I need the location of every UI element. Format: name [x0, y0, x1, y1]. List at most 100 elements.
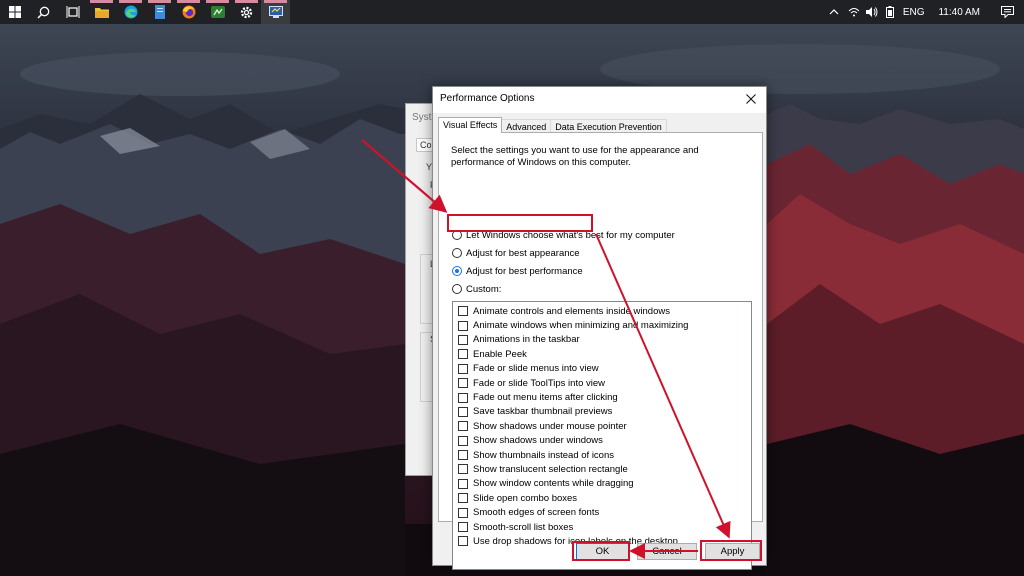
- tab-advanced[interactable]: Advanced: [501, 119, 552, 133]
- effect-label: Enable Peek: [473, 348, 527, 360]
- effect-label: Show shadows under mouse pointer: [473, 420, 627, 432]
- clock[interactable]: 11:40 AM: [932, 7, 990, 18]
- dialog-title: Performance Options: [440, 93, 535, 104]
- battery-button[interactable]: [881, 6, 899, 18]
- windows-start-icon: [8, 6, 21, 18]
- edge-browser-taskbar-button[interactable]: [116, 0, 145, 24]
- radio-button[interactable]: [452, 266, 462, 276]
- close-button[interactable]: [736, 87, 766, 111]
- effect-item[interactable]: Animate windows when minimizing and maxi…: [453, 318, 751, 332]
- radio-label: Adjust for best appearance: [466, 247, 580, 259]
- effect-label: Animate windows when minimizing and maxi…: [473, 320, 689, 332]
- search-button[interactable]: [29, 0, 58, 24]
- dialog-titlebar[interactable]: Performance Options: [433, 87, 766, 113]
- network-app-icon: [210, 6, 225, 18]
- visual-effects-list[interactable]: Animate controls and elements inside win…: [452, 301, 752, 570]
- volume-button[interactable]: [863, 7, 881, 17]
- ok-button[interactable]: OK: [576, 543, 629, 560]
- radio-best-appearance[interactable]: Adjust for best appearance: [452, 246, 580, 260]
- panel-description: Select the settings you want to use for …: [451, 145, 699, 168]
- wifi-button[interactable]: [845, 7, 863, 17]
- radio-button[interactable]: [452, 284, 462, 294]
- checkbox[interactable]: [458, 536, 468, 547]
- radio-button[interactable]: [452, 230, 462, 240]
- show-hidden-icons-button[interactable]: [823, 9, 845, 15]
- radio-custom[interactable]: Custom:: [452, 282, 501, 296]
- apply-button[interactable]: Apply: [705, 543, 760, 560]
- chevron-up-icon: [829, 9, 839, 15]
- radio-label: Adjust for best performance: [466, 265, 583, 277]
- checkbox[interactable]: [458, 421, 468, 432]
- firefox-taskbar-button[interactable]: [174, 0, 203, 24]
- close-icon: [746, 94, 756, 104]
- effect-item[interactable]: Smooth edges of screen fonts: [453, 505, 751, 519]
- effect-label: Fade or slide menus into view: [473, 363, 599, 375]
- radio-let-windows-choose[interactable]: Let Windows choose what's best for my co…: [452, 228, 675, 242]
- effect-item[interactable]: Show shadows under windows: [453, 434, 751, 448]
- effect-label: Save taskbar thumbnail previews: [473, 406, 613, 418]
- effect-label: Show window contents while dragging: [473, 478, 634, 490]
- radio-button[interactable]: [452, 248, 462, 258]
- checkbox[interactable]: [458, 435, 468, 446]
- effect-item[interactable]: Smooth-scroll list boxes: [453, 520, 751, 534]
- radio-label: Custom:: [466, 283, 502, 295]
- effect-item[interactable]: Animate controls and elements inside win…: [453, 304, 751, 318]
- system-properties-icon: [268, 6, 283, 18]
- effect-label: Slide open combo boxes: [473, 492, 578, 504]
- tab-visual-effects[interactable]: Visual Effects: [438, 117, 503, 133]
- effect-label: Smooth edges of screen fonts: [473, 507, 600, 519]
- performance-options-dialog: Performance Options Visual Effects Advan…: [432, 86, 767, 570]
- task-view-button[interactable]: [58, 0, 87, 24]
- checkbox[interactable]: [458, 507, 468, 518]
- file-explorer-taskbar-button[interactable]: [87, 0, 116, 24]
- edge-browser-icon: [124, 5, 137, 19]
- effect-item[interactable]: Fade out menu items after clicking: [453, 390, 751, 404]
- windows-start-button[interactable]: [0, 0, 29, 24]
- action-center-button[interactable]: [990, 0, 1024, 24]
- effect-label: Fade out menu items after clicking: [473, 392, 618, 404]
- effect-item[interactable]: Slide open combo boxes: [453, 491, 751, 505]
- checkbox[interactable]: [458, 464, 468, 475]
- cancel-button[interactable]: Cancel: [637, 543, 697, 560]
- checkbox[interactable]: [458, 450, 468, 461]
- radio-label: Let Windows choose what's best for my co…: [466, 229, 675, 241]
- notepad-taskbar-button[interactable]: [145, 0, 174, 24]
- effect-label: Animate controls and elements inside win…: [473, 305, 670, 317]
- language-indicator[interactable]: ENG: [899, 7, 933, 18]
- effect-item[interactable]: Show window contents while dragging: [453, 477, 751, 491]
- effect-item[interactable]: Show translucent selection rectangle: [453, 462, 751, 476]
- speaker-icon: [865, 7, 878, 17]
- checkbox[interactable]: [458, 493, 468, 504]
- checkbox[interactable]: [458, 320, 468, 331]
- radio-best-performance[interactable]: Adjust for best performance: [452, 264, 583, 278]
- effect-item[interactable]: Animations in the taskbar: [453, 333, 751, 347]
- checkbox[interactable]: [458, 406, 468, 417]
- effect-item[interactable]: Fade or slide ToolTips into view: [453, 376, 751, 390]
- checkbox[interactable]: [458, 363, 468, 374]
- system-properties-taskbar-button[interactable]: [261, 0, 290, 24]
- settings-taskbar-button[interactable]: [232, 0, 261, 24]
- effect-item[interactable]: Save taskbar thumbnail previews: [453, 405, 751, 419]
- effect-label: Fade or slide ToolTips into view: [473, 377, 606, 389]
- checkbox[interactable]: [458, 392, 468, 403]
- checkbox[interactable]: [458, 522, 468, 533]
- search-icon: [37, 6, 50, 19]
- effect-item[interactable]: Enable Peek: [453, 347, 751, 361]
- file-explorer-icon: [94, 8, 109, 18]
- checkbox[interactable]: [458, 334, 468, 345]
- notification-icon: [1000, 6, 1014, 18]
- effect-label: Smooth-scroll list boxes: [473, 521, 574, 533]
- effect-item[interactable]: Show shadows under mouse pointer: [453, 419, 751, 433]
- effect-label: Show thumbnails instead of icons: [473, 449, 614, 461]
- effect-item[interactable]: Fade or slide menus into view: [453, 362, 751, 376]
- checkbox[interactable]: [458, 349, 468, 360]
- taskbar: ENG 11:40 AM: [0, 0, 1024, 24]
- network-app-taskbar-button[interactable]: [203, 0, 232, 24]
- checkbox[interactable]: [458, 378, 468, 389]
- checkbox[interactable]: [458, 478, 468, 489]
- checkbox[interactable]: [458, 306, 468, 317]
- effect-item[interactable]: Show thumbnails instead of icons: [453, 448, 751, 462]
- visual-effects-panel: Select the settings you want to use for …: [438, 132, 763, 570]
- effect-label: Show shadows under windows: [473, 435, 603, 447]
- tab-data-execution-prevention[interactable]: Data Execution Prevention: [550, 119, 667, 133]
